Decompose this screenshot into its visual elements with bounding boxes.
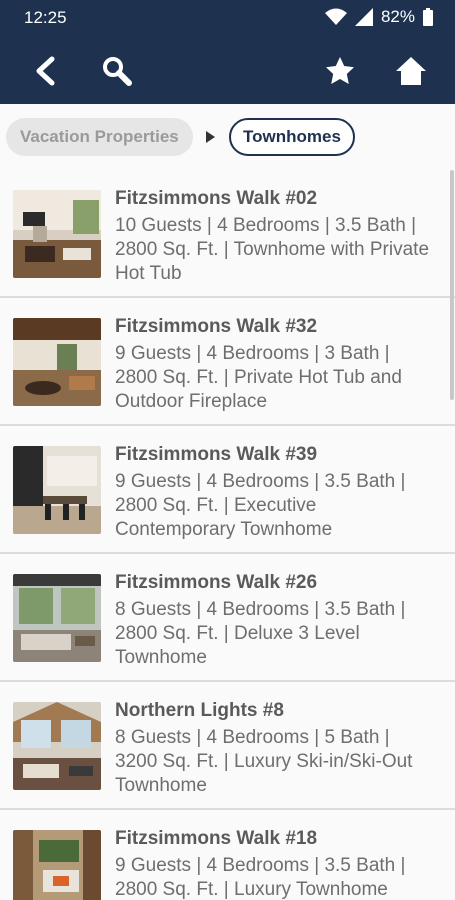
breadcrumb-separator-icon <box>206 131 215 143</box>
back-button[interactable] <box>26 52 64 90</box>
listing-item[interactable]: Fitzsimmons Walk #26 8 Guests | 4 Bedroo… <box>0 554 455 682</box>
listing-item[interactable]: Fitzsimmons Walk #39 9 Guests | 4 Bedroo… <box>0 426 455 554</box>
status-time: 12:25 <box>24 8 67 27</box>
property-photo <box>13 318 101 406</box>
signal-icon <box>354 8 373 26</box>
listing-details: 8 Guests | 4 Bedrooms | 5 Bath | 3200 Sq… <box>115 727 413 796</box>
listing-details: 10 Guests | 4 Bedrooms | 3.5 Bath | 2800… <box>115 215 430 284</box>
breadcrumb-parent[interactable]: Vacation Properties <box>6 118 193 156</box>
listing-title: Northern Lights #8 <box>115 700 284 721</box>
listing-list: Fitzsimmons Walk #02 10 Guests | 4 Bedro… <box>0 170 455 900</box>
property-photo <box>13 446 101 534</box>
property-photo <box>13 702 101 790</box>
scrollbar[interactable] <box>450 170 454 400</box>
search-icon <box>103 57 132 86</box>
listing-details: 9 Guests | 4 Bedrooms | 3.5 Bath | 2800 … <box>115 855 406 900</box>
listing-item[interactable]: Northern Lights #8 8 Guests | 4 Bedrooms… <box>0 682 455 810</box>
app-bar <box>0 36 455 104</box>
listing-item[interactable]: Fitzsimmons Walk #32 9 Guests | 4 Bedroo… <box>0 298 455 426</box>
listing-details: 8 Guests | 4 Bedrooms | 3.5 Bath | 2800 … <box>115 599 406 668</box>
breadcrumb: Vacation Properties Townhomes <box>0 104 455 171</box>
listing-title: Fitzsimmons Walk #39 <box>115 444 318 465</box>
listing-title: Fitzsimmons Walk #32 <box>115 316 318 337</box>
home-button[interactable] <box>392 52 430 90</box>
home-icon <box>396 57 426 85</box>
battery-percent: 82% <box>380 7 415 26</box>
listing-title: Fitzsimmons Walk #26 <box>115 572 318 593</box>
favorite-button[interactable] <box>321 52 359 90</box>
search-button[interactable] <box>98 52 136 90</box>
star-icon <box>326 57 354 84</box>
listing-item[interactable]: Fitzsimmons Walk #02 10 Guests | 4 Bedro… <box>0 170 455 298</box>
property-photo <box>13 574 101 662</box>
listing-title: Fitzsimmons Walk #02 <box>115 188 318 209</box>
back-icon <box>36 56 55 86</box>
property-photo <box>13 830 101 900</box>
listing-title: Fitzsimmons Walk #18 <box>115 828 318 849</box>
listing-item[interactable]: Fitzsimmons Walk #18 9 Guests | 4 Bedroo… <box>0 810 455 900</box>
property-photo <box>13 190 101 278</box>
status-icons: 82% <box>324 7 433 27</box>
breadcrumb-current[interactable]: Townhomes <box>229 118 355 156</box>
status-bar: 12:25 82% <box>0 0 455 36</box>
battery-icon <box>423 8 433 26</box>
listing-details: 9 Guests | 4 Bedrooms | 3.5 Bath | 2800 … <box>115 471 406 540</box>
listing-details: 9 Guests | 4 Bedrooms | 3 Bath | 2800 Sq… <box>115 343 402 412</box>
wifi-icon <box>324 8 347 25</box>
